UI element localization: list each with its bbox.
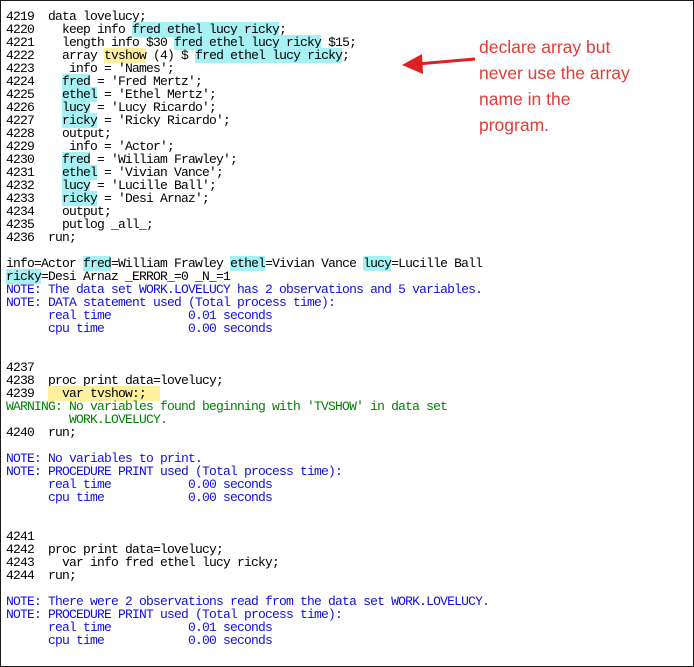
annotation-callout: declare array but never use the array na…	[479, 34, 679, 138]
annotation-line: name in the	[479, 89, 571, 109]
annotation-line: declare array but	[479, 37, 611, 57]
annotation-line: program.	[479, 115, 550, 135]
annotation-line: never use the array	[479, 63, 630, 83]
log-window: 4219 data lovelucy; 4220 keep info fred e…	[0, 0, 694, 667]
